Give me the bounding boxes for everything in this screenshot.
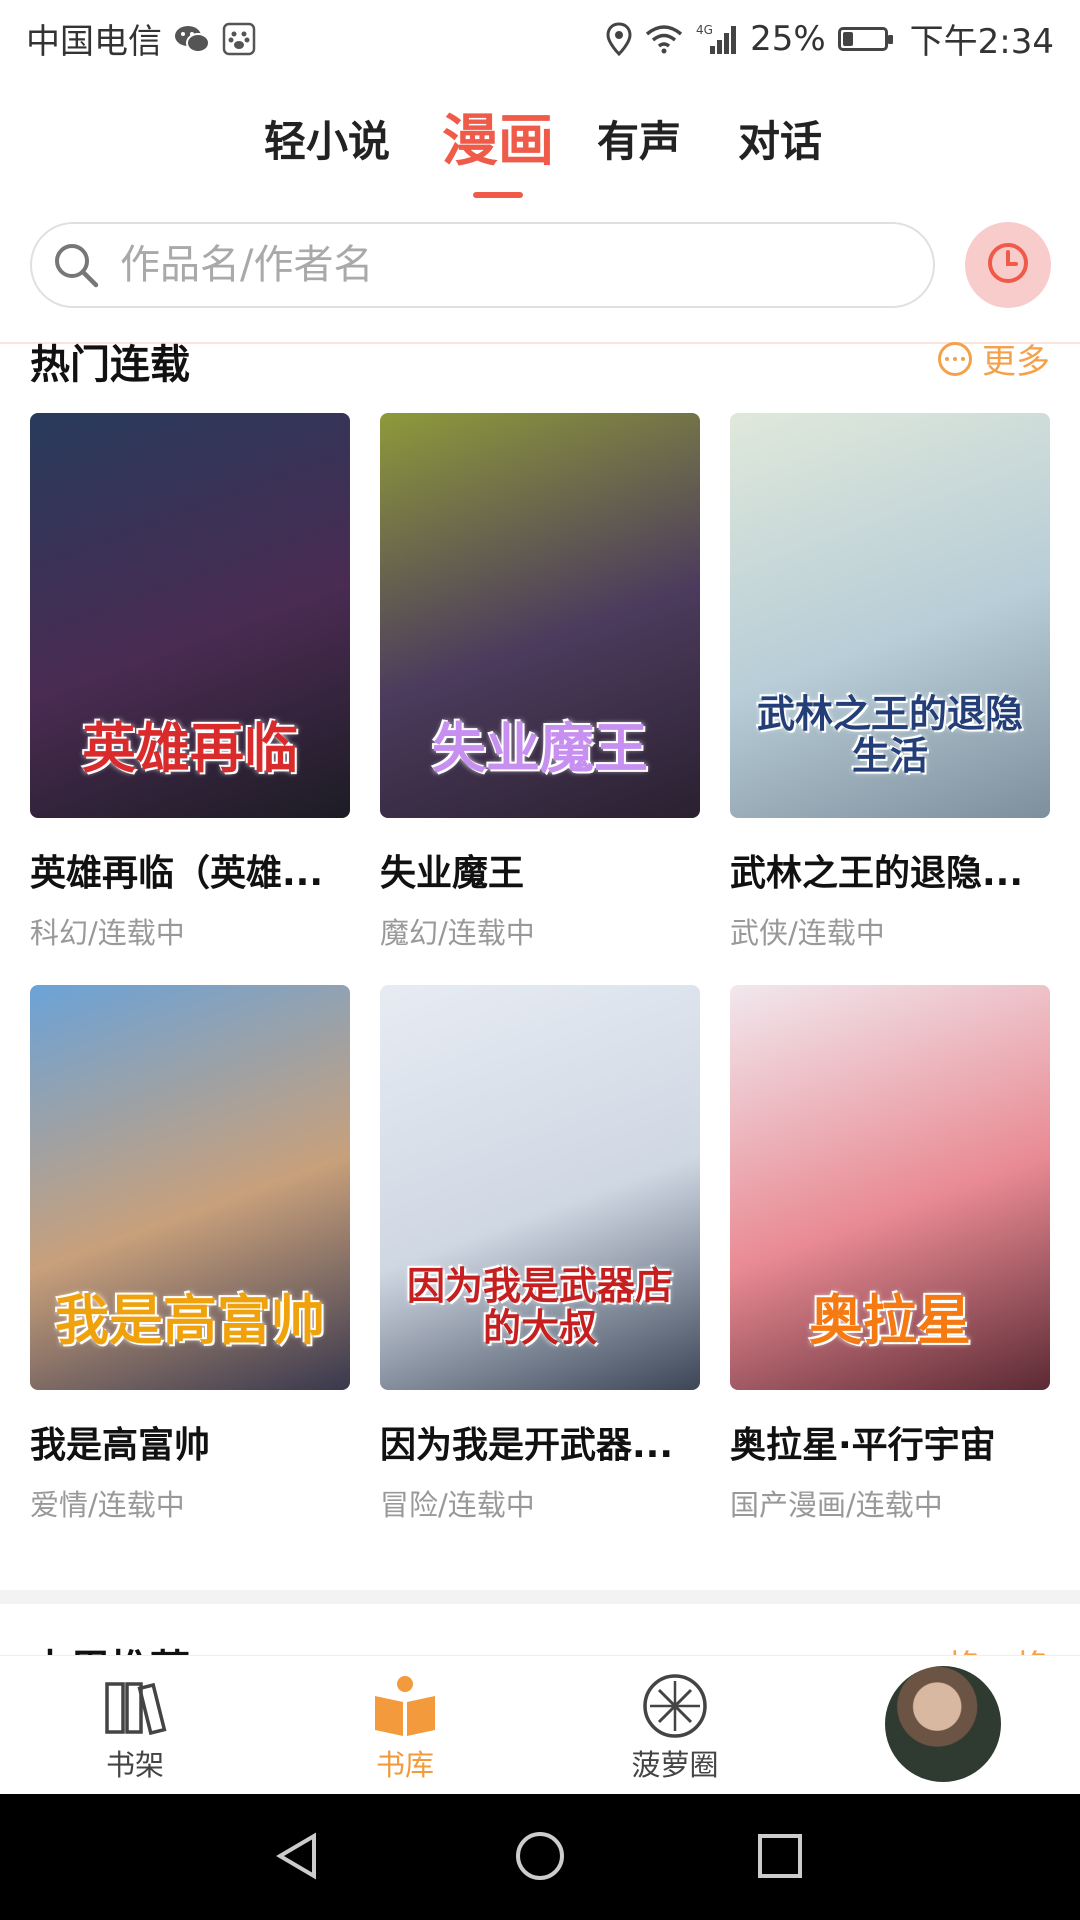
system-navigation-bar (0, 1794, 1080, 1920)
pineapple-circle-icon (640, 1674, 710, 1738)
nav-pineapple-circle-label: 菠萝圈 (631, 1748, 719, 1782)
baidu-paw-icon (222, 22, 256, 56)
battery-percent: 25% (750, 18, 826, 59)
status-bar-right: 4G 25% 下午2:34 (606, 14, 1054, 63)
section-title: 热门连载 (30, 342, 190, 388)
carrier-label: 中国电信 (26, 22, 162, 62)
comic-card[interactable]: 英雄再临 英雄再临（英雄... 科幻/连载中 (30, 413, 350, 952)
nav-library-label: 书库 (375, 1748, 434, 1782)
cover-title-text: 武林之王的退隐生活 (756, 692, 1023, 779)
cover-title-text: 奥拉星 (809, 1288, 971, 1352)
comic-card[interactable]: 因为我是武器店的大叔 因为我是开武器... 冒险/连载中 (380, 985, 700, 1524)
home-button[interactable] (512, 1830, 568, 1886)
user-avatar[interactable] (885, 1666, 1001, 1782)
tab-dialogue[interactable]: 对话 (738, 108, 822, 169)
search-icon (52, 241, 100, 289)
network-type-label: 4G (696, 23, 713, 37)
history-button[interactable] (965, 222, 1051, 308)
search-bar[interactable] (30, 222, 935, 308)
comic-cover[interactable]: 英雄再临 (30, 413, 350, 818)
comic-cover[interactable]: 因为我是武器店的大叔 (380, 985, 700, 1390)
search-input[interactable] (118, 241, 882, 289)
comic-cover[interactable]: 我是高富帅 (30, 985, 350, 1390)
cover-title-text: 英雄再临 (82, 716, 298, 780)
nav-bookshelf[interactable]: 书架 (65, 1674, 205, 1784)
more-button[interactable]: 更多 (938, 334, 1050, 383)
status-bar: 中国电信 4G 25% 下午2:34 (0, 0, 1080, 72)
comic-card[interactable]: 武林之王的退隐生活 武林之王的退隐... 武侠/连载中 (730, 413, 1050, 952)
library-icon (370, 1674, 440, 1738)
comic-meta: 冒险/连载中 (380, 1488, 535, 1522)
section-separator (0, 1590, 1080, 1604)
back-triangle-icon (272, 1830, 324, 1886)
comic-title[interactable]: 英雄再临（英雄... (30, 844, 350, 896)
battery-icon (837, 26, 893, 51)
cover-title-text: 我是高富帅 (55, 1288, 325, 1352)
more-label: 更多 (982, 342, 1050, 382)
comic-meta: 魔幻/连载中 (380, 916, 535, 950)
tab-comics[interactable]: 漫画 (442, 96, 554, 177)
back-button[interactable] (270, 1830, 326, 1886)
comic-card[interactable]: 我是高富帅 我是高富帅 爱情/连载中 (30, 985, 350, 1524)
home-circle-icon (514, 1830, 566, 1886)
comic-card[interactable]: 失业魔王 失业魔王 魔幻/连载中 (380, 413, 700, 952)
tab-audio[interactable]: 有声 (597, 108, 681, 169)
comic-cover[interactable]: 奥拉星 (730, 985, 1050, 1390)
battery-level (842, 31, 853, 46)
status-bar-left: 中国电信 (26, 14, 256, 63)
comic-title[interactable]: 武林之王的退隐... (730, 844, 1050, 896)
wifi-icon (644, 24, 684, 54)
cover-title-text: 因为我是武器店的大叔 (406, 1264, 673, 1351)
comic-meta: 科幻/连载中 (30, 916, 185, 950)
category-tabs: 轻小说 漫画 有声 对话 (0, 90, 1080, 200)
active-tab-indicator (473, 192, 523, 198)
clock-icon (985, 240, 1031, 290)
nav-pineapple-circle[interactable]: 菠萝圈 (605, 1674, 745, 1784)
comic-meta: 国产漫画/连载中 (730, 1488, 943, 1522)
clock: 下午2:34 (909, 22, 1054, 62)
more-dots-icon (938, 341, 972, 376)
nav-bookshelf-label: 书架 (105, 1748, 164, 1782)
wechat-icon (174, 24, 210, 54)
comic-meta: 爱情/连载中 (30, 1488, 185, 1522)
bookshelf-icon (100, 1674, 170, 1738)
app-screen: 中国电信 4G 25% 下午2:34 轻小说 漫画 有声 对话 作品名/作者名 … (0, 0, 1080, 1920)
cellular-signal-icon: 4G (696, 22, 738, 56)
location-icon (606, 21, 632, 56)
cover-title-text: 失业魔王 (432, 716, 648, 780)
nav-library[interactable]: 书库 (335, 1674, 475, 1784)
comic-title[interactable]: 因为我是开武器... (380, 1416, 700, 1468)
comic-title[interactable]: 我是高富帅 (30, 1416, 350, 1468)
bottom-navigation: 书架 书库 菠萝圈 (0, 1655, 1080, 1795)
recents-square-icon (754, 1830, 806, 1886)
comic-card[interactable]: 奥拉星 奥拉星·平行宇宙 国产漫画/连载中 (730, 985, 1050, 1524)
comic-title[interactable]: 奥拉星·平行宇宙 (730, 1416, 1050, 1468)
comic-cover[interactable]: 武林之王的退隐生活 (730, 413, 1050, 818)
comic-meta: 武侠/连载中 (730, 916, 885, 950)
comic-cover[interactable]: 失业魔王 (380, 413, 700, 818)
tab-light-novel[interactable]: 轻小说 (264, 108, 390, 169)
comic-title[interactable]: 失业魔王 (380, 844, 700, 896)
recents-button[interactable] (752, 1830, 808, 1886)
next-section-title: 本周推荐 (30, 1637, 190, 1657)
